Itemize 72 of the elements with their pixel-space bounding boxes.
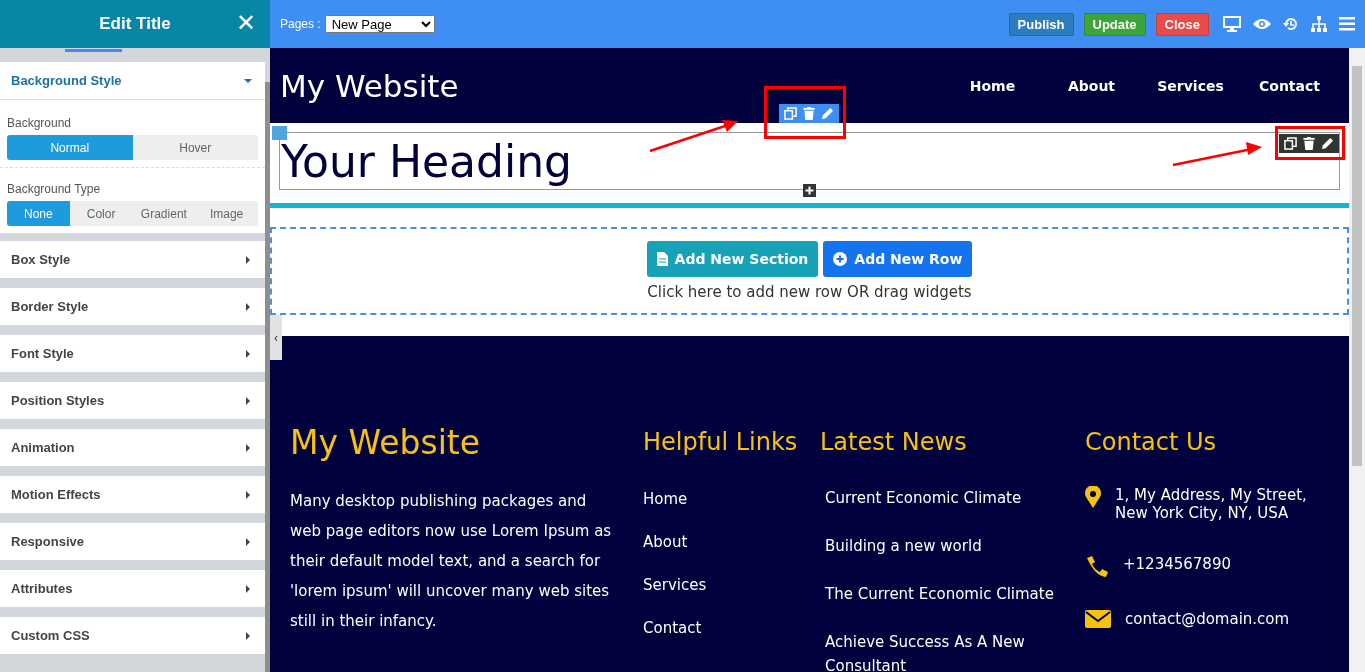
collapse-handle[interactable]: ‹ [270,315,282,360]
caret-right-icon [244,302,252,311]
contact-text: contact@domain.com [1125,610,1291,628]
section-header[interactable]: Motion Effects [0,476,265,513]
caret-right-icon [244,490,252,499]
envelope-icon [1085,610,1111,628]
footer-logo-text: My Website [290,423,482,462]
nav-link[interactable]: Contact [1240,77,1339,94]
nav-link[interactable]: About [1042,77,1141,94]
trash-icon[interactable] [1303,137,1315,150]
field-label: Background [7,116,73,130]
page-heading: Your Heading [281,135,572,187]
eye-icon[interactable] [1253,18,1271,30]
footer-link[interactable]: Contact [643,619,820,637]
footer-link[interactable]: About [643,533,820,551]
menu-icon[interactable] [1339,17,1355,31]
news-link[interactable]: Building a new world [825,534,1085,558]
footer-heading: Helpful Links [643,428,799,456]
heading-widget[interactable]: Your Heading [279,132,1340,190]
column-handle-icon[interactable] [272,126,287,140]
document-icon [656,252,668,266]
footer-heading: Contact Us [1085,428,1218,456]
close-button[interactable]: ✕ [231,9,260,37]
close-button[interactable]: Close [1155,12,1209,36]
section-header[interactable]: Attributes [0,570,265,607]
footer-link[interactable]: Home [643,490,820,508]
add-icon[interactable] [803,184,816,197]
footer-link[interactable]: Services [643,576,820,594]
map-pin-icon [1085,486,1101,508]
section-header[interactable]: Custom CSS [0,617,265,654]
section-header[interactable]: Box Style [0,241,265,278]
highlight-frame [1275,126,1345,160]
pages-label: Pages : [280,17,321,31]
scrollbar[interactable] [265,82,270,672]
copy-icon[interactable] [1284,137,1297,150]
caret-right-icon [244,584,252,593]
field-label: Background Type [7,182,102,196]
section-header[interactable]: Position Styles [0,382,265,419]
add-row-button[interactable]: Add New Row [823,241,973,277]
sitemap-icon[interactable] [1311,16,1327,32]
caret-right-icon [244,255,252,264]
news-link[interactable]: Current Economic Climate [825,486,1085,510]
caret-right-icon [244,396,252,405]
caret-right-icon [244,349,252,358]
desktop-icon[interactable] [1223,16,1241,32]
caret-right-icon [244,443,252,452]
page-select[interactable]: New Page [324,15,435,33]
phone-icon [1085,555,1109,577]
section-header[interactable]: Responsive [0,523,265,560]
history-icon[interactable] [1283,16,1299,32]
section-header[interactable]: Animation [0,429,265,466]
contact-text: 1, My Address, My Street, New York City, NY, USA [1115,486,1308,522]
plus-circle-icon [833,252,848,266]
footer-heading: Latest News [820,428,968,456]
scrollbar[interactable] [1349,48,1365,672]
panel-title: Edit Title [99,14,171,34]
nav-link[interactable]: Home [943,77,1042,94]
tab-indicator [65,49,122,52]
caret-right-icon [244,631,252,640]
publish-button[interactable]: Publish [1008,12,1074,36]
section-header[interactable]: Font Style [0,335,265,372]
contact-text: +1234567890 [1123,555,1232,573]
section-header[interactable]: Border Style [0,288,265,325]
pencil-icon[interactable] [1321,137,1334,150]
news-link[interactable]: Achieve Success As A New Consultant [825,630,1085,672]
drop-hint: Click here to add new row OR drag widgets [647,283,972,301]
site-logo-text[interactable]: My Website [280,67,943,104]
nav-link[interactable]: Services [1141,77,1240,94]
caret-right-icon [244,537,252,546]
news-link[interactable]: The Current Economic Climate [825,582,1085,606]
footer-description: Many desktop publishing packages and web page editors now use Lorem Ipsum as their default model text, and a search for 'lorem ipsum' will uncover many web sites still in their infancy. [290,491,613,632]
drop-zone[interactable]: Add New Section Add New Row Click here to add new row OR drag widgets [270,227,1349,315]
